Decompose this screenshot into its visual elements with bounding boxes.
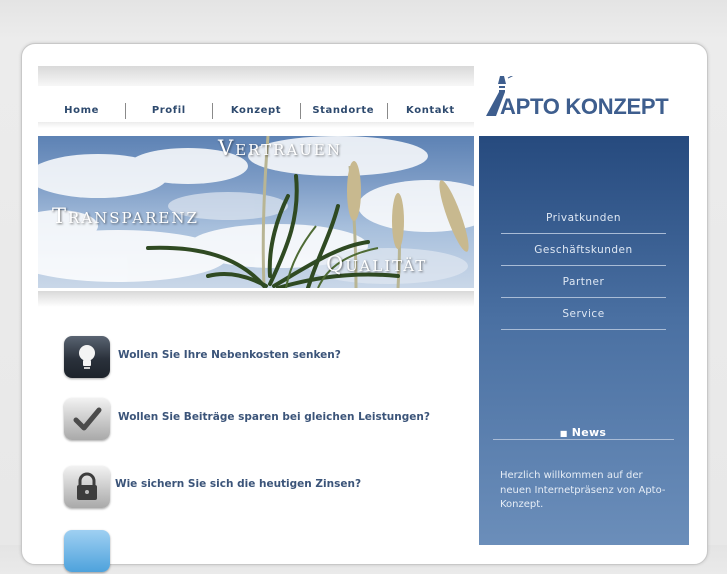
banner-word-vertrauen: Vertrauen [218, 136, 342, 160]
sidebar-item-partner[interactable]: Partner [501, 266, 666, 298]
lightbulb-icon [64, 336, 110, 378]
top-strip [38, 66, 474, 86]
main-nav: Home Profil Konzept Standorte Kontakt [38, 96, 474, 124]
feature-text: Wollen Sie Beiträge sparen bei gleichen … [118, 411, 430, 423]
news-divider [493, 439, 674, 440]
nav-konzept[interactable]: Konzept [212, 102, 299, 119]
nav-kontakt[interactable]: Kontakt [386, 102, 474, 119]
sidebar-item-geschaeftskunden[interactable]: Geschäftskunden [501, 234, 666, 266]
sidebar-menu: Privatkunden Geschäftskunden Partner Ser… [501, 202, 666, 330]
sidebar-item-privatkunden[interactable]: Privatkunden [501, 202, 666, 234]
hero-banner: Vertrauen Transparenz Qualität [38, 136, 474, 288]
feature-text: Wie sichern Sie sich die heutigen Zinsen… [115, 478, 362, 490]
news-text: Herzlich willkommen auf der neuen Intern… [500, 470, 666, 510]
nav-profil[interactable]: Profil [125, 102, 212, 119]
site-logo[interactable]: APTO KONZEPT [486, 76, 681, 118]
lock-icon [64, 466, 110, 508]
sidebar-item-service[interactable]: Service [501, 298, 666, 330]
app-icon [64, 530, 110, 572]
nav-home[interactable]: Home [38, 105, 125, 116]
checkmark-icon [64, 398, 110, 440]
nav-divider [38, 122, 474, 128]
feature-text: Wollen Sie Ihre Nebenkosten senken? [118, 349, 341, 361]
feature-item-partial[interactable] [38, 526, 474, 574]
logo-text: APTO KONZEPT [500, 94, 669, 119]
lighthouse-icon [486, 76, 514, 116]
nav-standorte[interactable]: Standorte [299, 102, 387, 119]
bullet-icon: ■ [559, 429, 568, 438]
sidebar: Privatkunden Geschäftskunden Partner Ser… [479, 136, 689, 545]
banner-divider [38, 291, 474, 307]
feature-item[interactable]: Wollen Sie Beiträge sparen bei gleichen … [38, 394, 474, 442]
banner-word-qualitaet: Qualität [326, 252, 428, 276]
news-heading: ■ News [493, 426, 673, 439]
feature-item[interactable]: Wollen Sie Ihre Nebenkosten senken? [38, 330, 474, 378]
news-title: News [571, 426, 607, 439]
feature-item[interactable]: Wie sichern Sie sich die heutigen Zinsen… [38, 462, 474, 510]
banner-word-transparenz: Transparenz [52, 204, 199, 228]
